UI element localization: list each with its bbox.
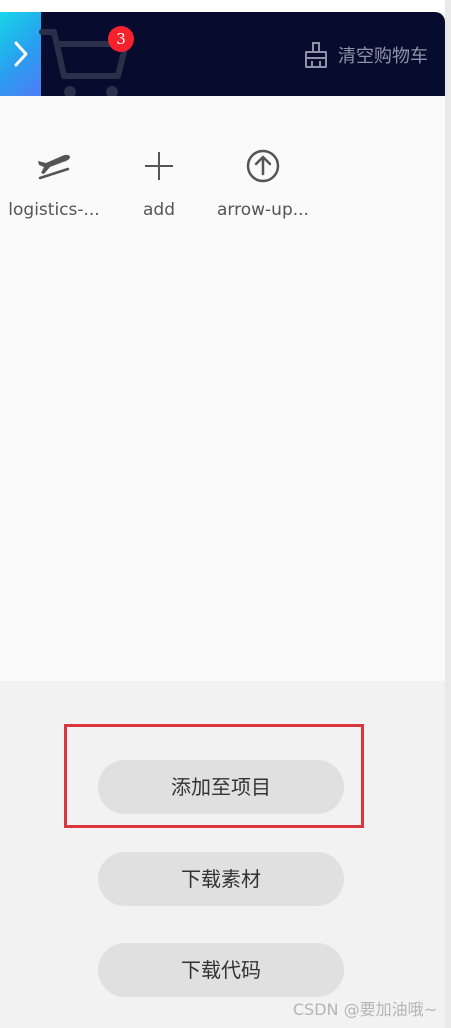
download-assets-button[interactable]: 下载素材: [98, 852, 344, 906]
list-item[interactable]: arrow-up...: [213, 148, 313, 238]
clear-cart-button[interactable]: 清空购物车: [303, 42, 428, 68]
item-name: logistics-...: [8, 200, 100, 220]
chevron-right-icon: [14, 41, 27, 67]
cart-items-list: logistics-... add arrow-up...: [0, 148, 445, 248]
item-name: arrow-up...: [217, 200, 309, 220]
item-name: add: [143, 200, 175, 220]
collapse-toggle-button[interactable]: [0, 12, 41, 96]
clear-cart-label: 清空购物车: [338, 46, 428, 67]
top-strip: [0, 0, 451, 12]
cart-panel-page: 3 清空购物车 logistics-... add arrow-up... 添加…: [0, 0, 451, 1028]
download-code-button[interactable]: 下载代码: [98, 943, 344, 997]
airplane-icon: [38, 154, 70, 180]
highlight-annotation-box: [64, 724, 364, 828]
scrollbar-track[interactable]: [445, 0, 451, 1028]
plus-icon: [145, 152, 173, 180]
watermark-text: CSDN @要加油哦~: [292, 1000, 437, 1019]
cart-count-badge: 3: [108, 26, 134, 52]
arrow-up-circle-icon: [246, 149, 280, 183]
cart-header: 3 清空购物车: [0, 12, 445, 96]
list-item[interactable]: add: [109, 148, 209, 238]
broom-icon: [305, 42, 327, 68]
list-item[interactable]: logistics-...: [4, 148, 104, 238]
